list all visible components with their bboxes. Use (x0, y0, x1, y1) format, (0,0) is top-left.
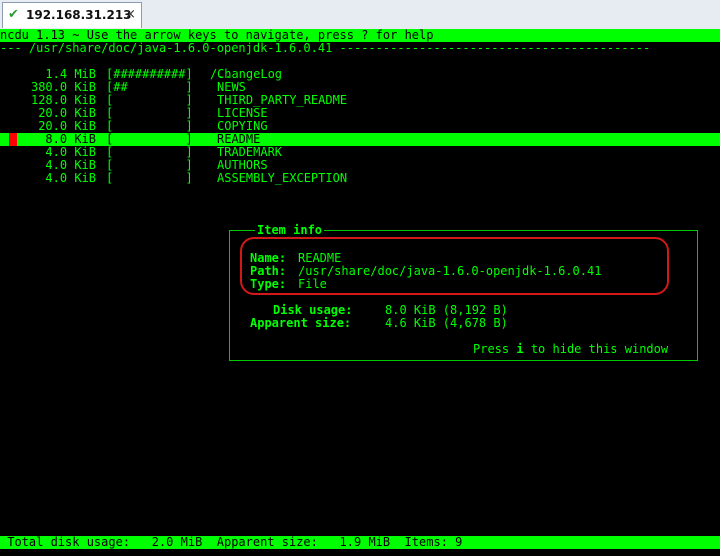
current-path: --- /usr/share/doc/java-1.6.0-openjdk-1.… (0, 41, 651, 55)
session-tab[interactable]: ✔ 192.168.31.213 × (2, 2, 142, 28)
file-row[interactable]: 4.0 KiB [ ] ASSEMBLY_EXCEPTION (0, 172, 720, 185)
close-icon[interactable]: × (125, 7, 136, 22)
apparent-size-value: 4.6 KiB (4,678 B) (385, 316, 508, 330)
annotation-highlight (240, 237, 669, 295)
status-bar: Total disk usage: 2.0 MiB Apparent size:… (0, 536, 720, 549)
file-name: ASSEMBLY_EXCEPTION (217, 171, 348, 185)
tab-bar: ✔ 192.168.31.213 × (0, 0, 720, 30)
item-info-title: Item info (255, 223, 325, 237)
hide-hint: Press i to hide this window (473, 342, 669, 356)
terminal[interactable]: ncdu 1.13 ~ Use the arrow keys to naviga… (0, 29, 720, 556)
check-icon: ✔ (8, 7, 19, 22)
hint-key: i (516, 342, 524, 356)
usage-bar: [ ] (106, 171, 193, 185)
file-size: 4.0 KiB (45, 171, 96, 185)
selection-marker (9, 133, 17, 146)
tab-title: 192.168.31.213 (26, 8, 132, 22)
apparent-size-label: Apparent size: (250, 316, 352, 330)
